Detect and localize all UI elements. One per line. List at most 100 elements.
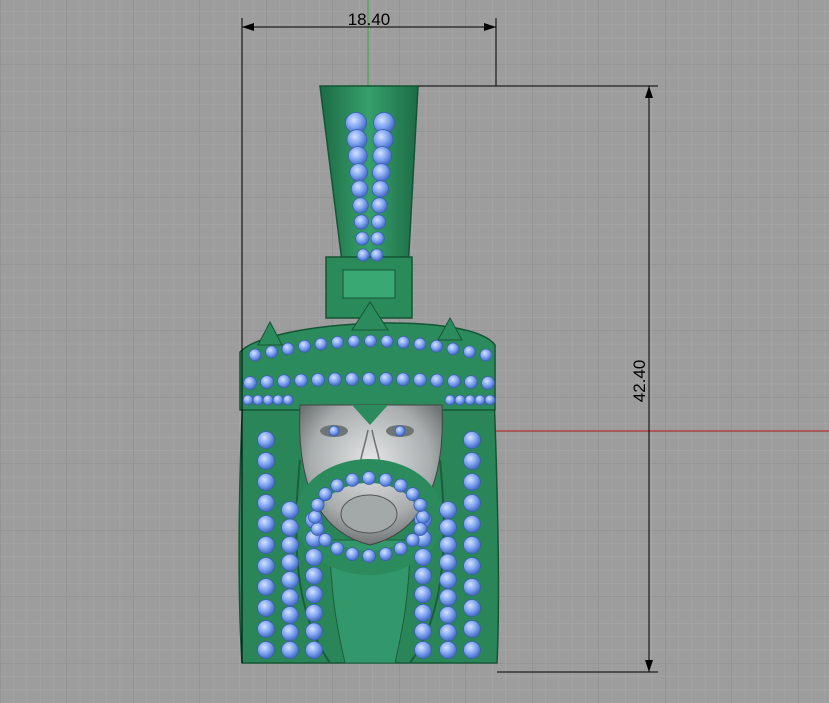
gem bbox=[413, 337, 427, 351]
gem bbox=[372, 163, 391, 182]
gem bbox=[414, 641, 432, 659]
gem bbox=[298, 339, 311, 353]
gem bbox=[454, 394, 466, 406]
gem bbox=[248, 348, 262, 362]
gem bbox=[430, 373, 444, 388]
gem bbox=[414, 585, 432, 604]
gem bbox=[439, 606, 457, 624]
gem bbox=[463, 494, 481, 512]
gem bbox=[463, 431, 481, 449]
gem bbox=[439, 553, 457, 572]
gem bbox=[281, 641, 299, 659]
gem bbox=[370, 248, 384, 262]
gem bbox=[308, 510, 322, 524]
gem bbox=[370, 231, 385, 246]
gem bbox=[281, 623, 299, 642]
gem bbox=[260, 375, 274, 390]
gem bbox=[331, 335, 344, 349]
gem bbox=[310, 498, 325, 512]
gem bbox=[281, 588, 299, 607]
gem bbox=[463, 345, 476, 359]
gem bbox=[318, 533, 333, 547]
gem bbox=[257, 536, 275, 554]
gem bbox=[463, 641, 481, 659]
gem bbox=[345, 547, 360, 561]
gem bbox=[281, 553, 299, 572]
gem bbox=[243, 376, 257, 390]
gem bbox=[439, 501, 457, 519]
gem bbox=[257, 452, 275, 470]
gem bbox=[414, 603, 432, 622]
gem bbox=[364, 334, 377, 348]
gem bbox=[414, 566, 432, 585]
gem bbox=[362, 471, 376, 485]
gem bbox=[380, 334, 394, 348]
gem bbox=[479, 348, 493, 362]
gem bbox=[282, 394, 294, 406]
gem bbox=[371, 197, 388, 214]
gem bbox=[330, 478, 345, 493]
gem bbox=[318, 487, 333, 501]
gem bbox=[464, 394, 476, 406]
gem bbox=[305, 641, 323, 659]
gem bbox=[257, 641, 275, 659]
gem bbox=[281, 606, 299, 624]
gem bbox=[257, 557, 275, 575]
gem bbox=[463, 536, 481, 554]
gem bbox=[397, 335, 410, 349]
gem bbox=[242, 394, 254, 406]
gem bbox=[463, 515, 481, 533]
gem bbox=[305, 603, 323, 622]
gem bbox=[345, 473, 360, 487]
gem bbox=[257, 578, 275, 596]
gem bbox=[281, 501, 299, 519]
gem bbox=[310, 522, 325, 536]
gem bbox=[463, 599, 481, 617]
gem bbox=[446, 342, 460, 356]
gem bbox=[311, 372, 325, 387]
gem bbox=[352, 197, 369, 214]
gem bbox=[252, 394, 264, 406]
gem bbox=[463, 578, 481, 596]
gem bbox=[294, 373, 308, 388]
height-dimension-label: 42.40 bbox=[630, 360, 649, 403]
gem bbox=[474, 394, 486, 406]
gem bbox=[305, 548, 323, 567]
cad-viewport[interactable]: 18.40 42.40 bbox=[0, 0, 829, 703]
gem bbox=[447, 374, 461, 389]
gem bbox=[378, 473, 393, 487]
gem bbox=[328, 425, 340, 437]
gem bbox=[439, 536, 457, 554]
gem bbox=[330, 541, 345, 556]
gem bbox=[463, 473, 481, 491]
gem bbox=[372, 146, 393, 166]
gem bbox=[413, 522, 428, 536]
gem bbox=[413, 372, 427, 387]
gem bbox=[414, 548, 432, 567]
gem bbox=[371, 180, 390, 198]
gem bbox=[481, 376, 495, 390]
gem bbox=[413, 498, 428, 512]
viewport-canvas[interactable]: 18.40 42.40 bbox=[0, 0, 829, 703]
gem bbox=[464, 375, 478, 390]
gem bbox=[305, 585, 323, 604]
gem bbox=[444, 394, 456, 406]
gem bbox=[328, 372, 342, 387]
gem bbox=[272, 394, 284, 406]
gem bbox=[353, 214, 369, 230]
width-dimension-label: 18.40 bbox=[348, 10, 391, 29]
gem bbox=[430, 339, 443, 353]
gem bbox=[484, 394, 496, 406]
gem bbox=[265, 345, 278, 359]
gem bbox=[439, 588, 457, 607]
gem bbox=[257, 599, 275, 617]
gem bbox=[405, 487, 420, 501]
gem bbox=[257, 473, 275, 491]
gem bbox=[362, 549, 376, 563]
gem bbox=[396, 372, 410, 387]
gem bbox=[370, 214, 387, 230]
gem bbox=[257, 431, 275, 449]
gem bbox=[347, 146, 368, 166]
gem bbox=[257, 515, 275, 533]
gem bbox=[393, 478, 408, 493]
